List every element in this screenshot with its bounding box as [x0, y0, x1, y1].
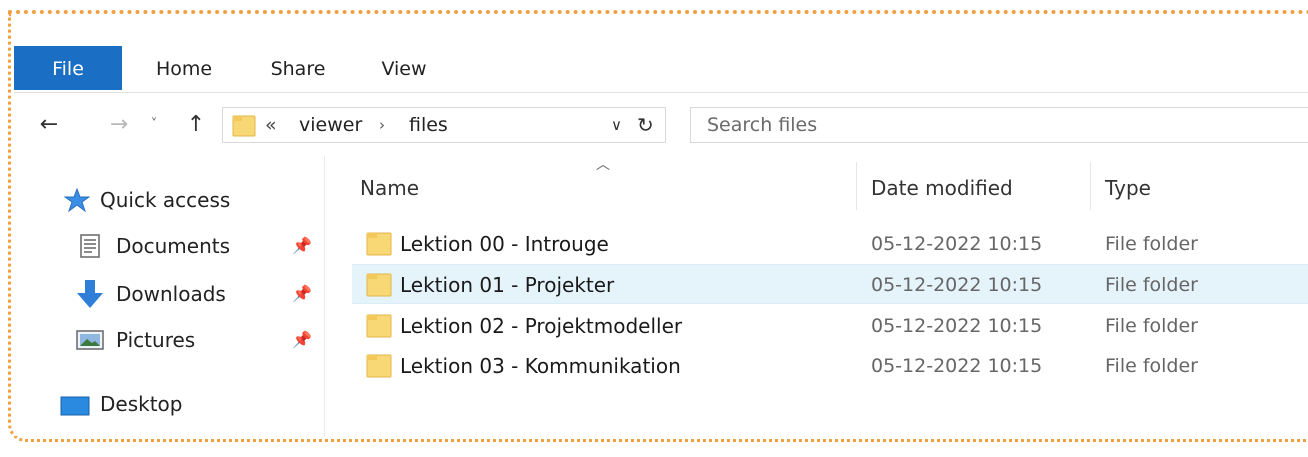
column-header-date-modified[interactable]: Date modified [871, 170, 1013, 206]
navigation-bar: ← → ˅ ↑ « viewer › files ∨ ↻ Search file… [14, 103, 1308, 147]
back-arrow-icon[interactable]: ← [34, 109, 64, 141]
sidebar-item-quick-access[interactable]: Quick access [14, 180, 314, 220]
ribbon: File Home Share View [14, 46, 1308, 92]
desktop-icon [60, 396, 90, 416]
star-icon [64, 188, 90, 212]
file-date-modified: 05-12-2022 10:15 [871, 233, 1043, 255]
navigation-pane: Quick access Documents 📌 Downloads 📌 Pic… [14, 156, 324, 436]
file-explorer-window: File Home Share View ← → ˅ ↑ « viewer › … [14, 46, 1308, 436]
pin-icon[interactable]: 📌 [292, 236, 312, 255]
address-dropdown-icon[interactable]: ∨ [611, 108, 622, 142]
pin-icon[interactable]: 📌 [292, 284, 312, 303]
ribbon-divider [14, 92, 1308, 93]
forward-arrow-icon[interactable]: → [104, 109, 134, 141]
folder-icon [366, 314, 392, 338]
file-name: Lektion 00 - Introuge [400, 232, 609, 256]
column-separator[interactable] [1090, 162, 1091, 210]
address-bar[interactable]: « viewer › files ∨ ↻ [222, 107, 666, 143]
column-separator[interactable] [856, 162, 857, 210]
sidebar-item-label: Desktop [100, 392, 183, 416]
address-overflow[interactable]: « [265, 108, 277, 142]
column-header-type[interactable]: Type [1105, 170, 1151, 206]
search-input[interactable]: Search files [690, 107, 1308, 143]
file-type: File folder [1105, 315, 1198, 337]
tab-view[interactable]: View [374, 46, 434, 90]
folder-icon [232, 115, 256, 137]
file-type: File folder [1105, 274, 1198, 296]
file-type: File folder [1105, 233, 1198, 255]
file-list: ︿ Name Date modified Type Lektion 00 - I… [344, 156, 1308, 436]
breadcrumb-separator[interactable]: › [379, 108, 385, 142]
file-date-modified: 05-12-2022 10:15 [871, 355, 1043, 377]
sidebar-item-label: Quick access [100, 188, 231, 212]
search-placeholder: Search files [707, 114, 818, 136]
sidebar-item-desktop[interactable]: Desktop [14, 384, 314, 424]
pin-icon[interactable]: 📌 [292, 330, 312, 349]
sidebar-item-pictures[interactable]: Pictures 📌 [14, 320, 314, 360]
file-date-modified: 05-12-2022 10:15 [871, 274, 1043, 296]
file-type: File folder [1105, 355, 1198, 377]
column-header-name[interactable]: Name [360, 170, 419, 206]
sidebar-item-label: Pictures [116, 328, 196, 352]
sort-ascending-icon: ︿ [596, 157, 610, 173]
table-row[interactable]: Lektion 02 - Projektmodeller 05-12-2022 … [352, 306, 1308, 346]
download-arrow-icon [77, 280, 103, 308]
file-name: Lektion 03 - Kommunikation [400, 354, 681, 378]
table-row[interactable]: Lektion 03 - Kommunikation 05-12-2022 10… [352, 346, 1308, 386]
recent-locations-chevron-icon[interactable]: ˅ [144, 109, 164, 141]
documents-icon [80, 234, 100, 258]
up-arrow-icon[interactable]: ↑ [182, 109, 210, 141]
file-name: Lektion 01 - Projekter [400, 273, 615, 297]
file-date-modified: 05-12-2022 10:15 [871, 315, 1043, 337]
pane-divider [324, 156, 325, 436]
folder-icon [366, 273, 392, 297]
breadcrumb-files[interactable]: files [409, 108, 448, 142]
sidebar-item-downloads[interactable]: Downloads 📌 [14, 274, 314, 314]
file-name: Lektion 02 - Projektmodeller [400, 314, 683, 338]
sidebar-item-documents[interactable]: Documents 📌 [14, 226, 314, 266]
tab-file[interactable]: File [14, 46, 122, 90]
folder-icon [366, 354, 392, 378]
tab-share[interactable]: Share [258, 46, 338, 90]
sidebar-item-label: Documents [116, 234, 231, 258]
breadcrumb-viewer[interactable]: viewer [299, 108, 362, 142]
pictures-icon [76, 330, 104, 350]
table-row[interactable]: Lektion 01 - Projekter 05-12-2022 10:15 … [352, 264, 1308, 304]
sidebar-item-label: Downloads [116, 282, 226, 306]
folder-icon [366, 232, 392, 256]
tab-home[interactable]: Home [144, 46, 224, 90]
table-row[interactable]: Lektion 00 - Introuge 05-12-2022 10:15 F… [352, 224, 1308, 264]
refresh-icon[interactable]: ↻ [637, 108, 654, 142]
